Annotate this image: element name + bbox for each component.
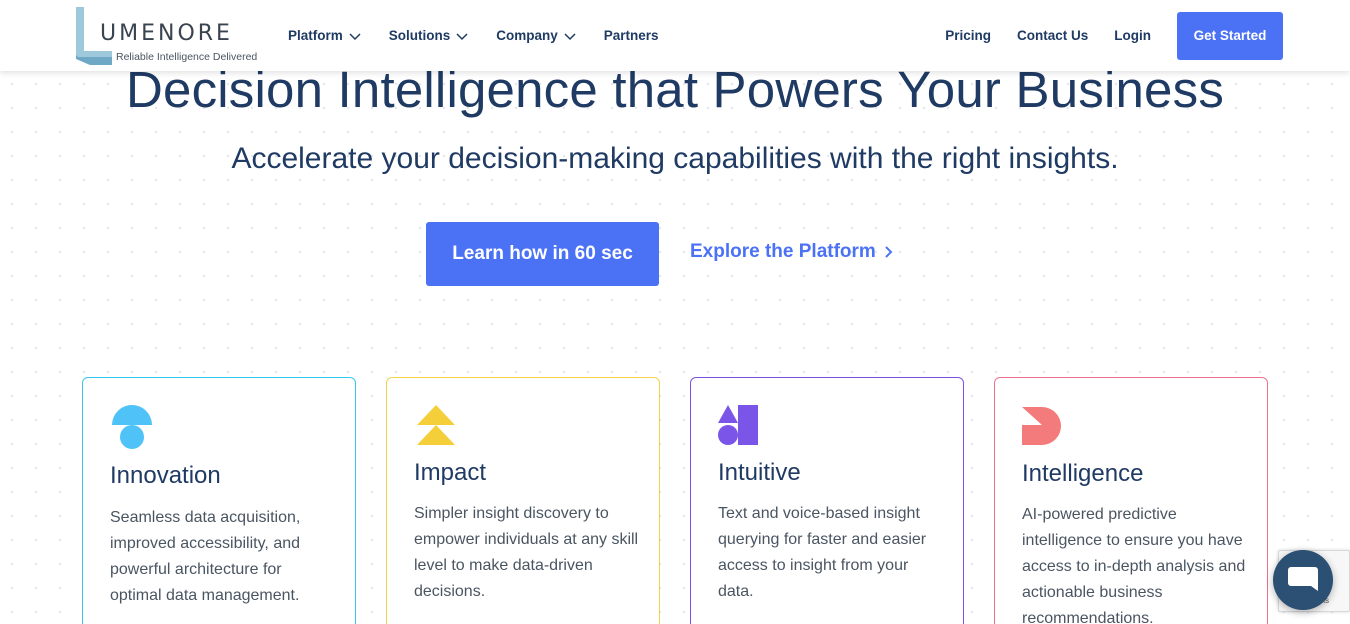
card-text: AI-powered predictive intelligence to en…	[1022, 506, 1246, 624]
chevron-right-icon	[885, 246, 893, 258]
card-title: Impact	[414, 459, 487, 486]
feature-card-innovation: Innovation Seamless data acquisition, im…	[82, 377, 356, 624]
nav-item-label: Solutions	[388, 28, 451, 43]
nav-item-partners[interactable]: Partners	[604, 28, 659, 43]
brand-name: UMENORE	[100, 21, 233, 46]
nav-item-company[interactable]: Company	[496, 28, 576, 43]
nav-item-label: Company	[496, 28, 558, 43]
chat-widget-button[interactable]	[1273, 550, 1333, 610]
brand-logo[interactable]: UMENORE Reliable Intelligence Delivered	[76, 7, 266, 65]
learn-how-button[interactable]: Learn how in 60 sec	[426, 222, 659, 286]
feature-card-impact: Impact Simpler insight discovery to empo…	[386, 377, 660, 624]
nav-item-label: Pricing	[945, 28, 991, 43]
nav-item-label: Platform	[288, 28, 343, 43]
pie-slice-icon	[1022, 407, 1061, 445]
chevron-down-icon	[349, 32, 361, 40]
card-title: Intelligence	[1022, 460, 1144, 487]
card-text: Seamless data acquisition, improved acce…	[110, 509, 301, 604]
mushroom-icon	[112, 405, 152, 449]
get-started-button[interactable]: Get Started	[1177, 11, 1283, 60]
chat-bubble-icon	[1288, 567, 1318, 591]
explore-platform-link[interactable]: Explore the Platform	[690, 241, 894, 263]
nav-item-login[interactable]: Login	[1114, 28, 1151, 43]
nav-item-label: Contact Us	[1016, 28, 1089, 43]
brand-tagline: Reliable Intelligence Delivered	[116, 51, 258, 63]
shapes-icon	[718, 405, 758, 445]
chevron-down-icon	[456, 32, 468, 40]
card-title: Intuitive	[718, 459, 801, 486]
card-title: Innovation	[110, 462, 221, 489]
explore-platform-label: Explore the Platform	[690, 241, 876, 262]
nav-item-pricing[interactable]: Pricing	[945, 28, 991, 43]
hero-subtitle: Accelerate your decision-making capabili…	[231, 142, 1119, 175]
chevron-down-icon	[564, 32, 576, 40]
nav-item-label: Login	[1114, 28, 1151, 43]
card-text: Simpler insight discovery to empower ind…	[414, 505, 639, 600]
nav-item-label: Partners	[603, 28, 659, 43]
primary-nav: Platform Solutions Company Partners	[288, 0, 687, 71]
nav-item-platform[interactable]: Platform	[288, 28, 361, 43]
feature-card-intuitive: Intuitive Text and voice-based insight q…	[690, 377, 964, 624]
feature-card-intelligence: Intelligence AI-powered predictive intel…	[994, 377, 1268, 624]
nav-item-solutions[interactable]: Solutions	[389, 28, 469, 43]
site-header: UMENORE Reliable Intelligence Delivered …	[0, 0, 1350, 71]
stacked-triangles-icon	[417, 405, 455, 445]
card-text: Text and voice-based insight querying fo…	[718, 505, 927, 600]
nav-item-contact[interactable]: Contact Us	[1017, 28, 1088, 43]
secondary-nav: Pricing Contact Us Login Get Started	[945, 0, 1283, 71]
